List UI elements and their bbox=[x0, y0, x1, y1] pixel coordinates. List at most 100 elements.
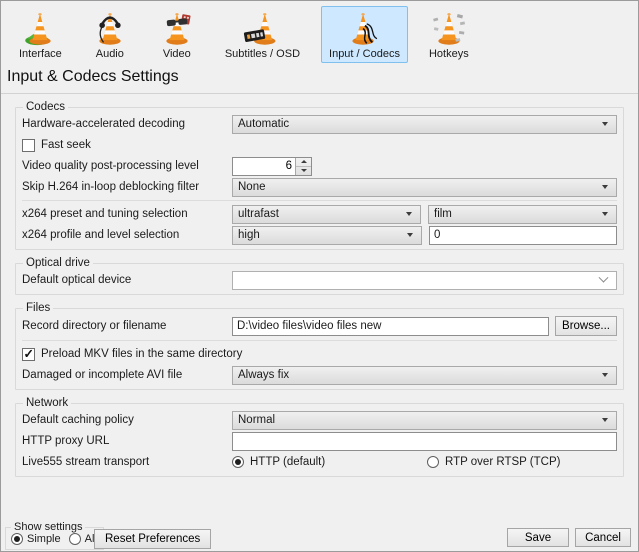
tab-hotkeys[interactable]: Hotkeys bbox=[421, 6, 477, 63]
codecs-group-title: Codecs bbox=[23, 101, 68, 113]
avi-repair-select[interactable]: Always fix bbox=[232, 366, 617, 385]
arrow-up-icon bbox=[301, 160, 307, 163]
live555-rtp-option[interactable]: RTP over RTSP (TCP) bbox=[427, 456, 560, 468]
hardware-decoding-label: Hardware-accelerated decoding bbox=[22, 118, 232, 130]
reset-preferences-button[interactable]: Reset Preferences bbox=[94, 529, 211, 549]
files-group: Files Record directory or filename Brows… bbox=[15, 302, 624, 390]
show-settings-group: Show settings Simple All bbox=[5, 521, 104, 550]
preload-mkv-label: Preload MKV files in the same directory bbox=[41, 348, 242, 360]
tab-label: Hotkeys bbox=[429, 48, 469, 60]
x264-preset-label: x264 preset and tuning selection bbox=[22, 208, 232, 220]
vlc-cone-video-icon bbox=[158, 10, 196, 47]
dropdown-arrow-icon bbox=[602, 122, 608, 126]
browse-button[interactable]: Browse... bbox=[555, 316, 617, 336]
tab-interface[interactable]: Interface bbox=[11, 6, 70, 63]
hardware-decoding-row: Hardware-accelerated decoding Automatic bbox=[22, 114, 617, 134]
cancel-button[interactable]: Cancel bbox=[575, 528, 631, 547]
postprocessing-label: Video quality post-processing level bbox=[22, 160, 232, 172]
show-settings-simple-option[interactable]: Simple bbox=[11, 533, 61, 545]
dropdown-arrow-icon bbox=[602, 185, 608, 189]
x264-level-input[interactable] bbox=[429, 226, 617, 245]
vlc-cone-input-codecs-icon bbox=[345, 10, 383, 47]
record-directory-input[interactable] bbox=[232, 317, 549, 336]
fast-seek-checkbox[interactable] bbox=[22, 139, 35, 152]
fast-seek-row: Fast seek bbox=[22, 135, 617, 155]
vlc-cone-subtitles-icon bbox=[243, 10, 281, 47]
live555-rtp-label: RTP over RTSP (TCP) bbox=[445, 456, 560, 468]
skip-deblocking-row: Skip H.264 in-loop deblocking filter Non… bbox=[22, 177, 617, 197]
title-separator bbox=[1, 93, 638, 94]
skip-deblocking-label: Skip H.264 in-loop deblocking filter bbox=[22, 181, 232, 193]
vlc-simple-preferences-window: Interface Audio bbox=[0, 0, 639, 552]
dropdown-arrow-icon bbox=[602, 212, 608, 216]
network-group: Network Default caching policy Normal HT… bbox=[15, 397, 624, 477]
postprocessing-row: Video quality post-processing level bbox=[22, 156, 617, 176]
files-separator bbox=[22, 340, 617, 341]
tab-label: Video bbox=[163, 48, 191, 60]
x264-preset-select[interactable]: ultrafast bbox=[232, 205, 421, 224]
vlc-cone-audio-icon bbox=[91, 10, 129, 47]
http-proxy-input[interactable] bbox=[232, 432, 617, 451]
live555-transport-row: Live555 stream transport HTTP (default) … bbox=[22, 452, 617, 472]
spin-up-button[interactable] bbox=[296, 158, 311, 167]
tab-video[interactable]: Video bbox=[150, 6, 204, 63]
avi-repair-label: Damaged or incomplete AVI file bbox=[22, 369, 232, 381]
live555-rtp-radio[interactable] bbox=[427, 456, 439, 468]
postprocessing-spinner[interactable] bbox=[232, 157, 312, 176]
live555-http-radio[interactable] bbox=[232, 456, 244, 468]
live555-http-option[interactable]: HTTP (default) bbox=[232, 456, 427, 468]
optical-device-combobox[interactable] bbox=[232, 271, 617, 290]
preload-mkv-row: Preload MKV files in the same directory bbox=[22, 344, 617, 364]
spin-down-button[interactable] bbox=[296, 167, 311, 175]
category-toolbar: Interface Audio bbox=[1, 1, 638, 61]
live555-transport-label: Live555 stream transport bbox=[22, 456, 232, 468]
hardware-decoding-select[interactable]: Automatic bbox=[232, 115, 617, 134]
live555-http-label: HTTP (default) bbox=[250, 456, 325, 468]
simple-label: Simple bbox=[27, 533, 61, 545]
vlc-cone-interface-icon bbox=[21, 10, 59, 47]
tab-audio[interactable]: Audio bbox=[83, 6, 137, 63]
x264-tune-select[interactable]: film bbox=[428, 205, 617, 224]
optical-drive-group: Optical drive Default optical device bbox=[15, 257, 624, 295]
tab-label: Subtitles / OSD bbox=[225, 48, 300, 60]
simple-radio[interactable] bbox=[11, 533, 23, 545]
x264-preset-row: x264 preset and tuning selection ultrafa… bbox=[22, 204, 617, 224]
optical-device-row: Default optical device bbox=[22, 270, 617, 290]
codecs-separator bbox=[22, 200, 617, 201]
x264-profile-select[interactable]: high bbox=[232, 226, 422, 245]
x264-profile-label: x264 profile and level selection bbox=[22, 229, 232, 241]
record-directory-row: Record directory or filename Browse... bbox=[22, 315, 617, 337]
skip-deblocking-select[interactable]: None bbox=[232, 178, 617, 197]
dropdown-arrow-icon bbox=[602, 373, 608, 377]
dropdown-arrow-icon bbox=[602, 418, 608, 422]
tab-label: Interface bbox=[19, 48, 62, 60]
codecs-group: Codecs Hardware-accelerated decoding Aut… bbox=[15, 101, 624, 250]
tab-label: Audio bbox=[96, 48, 124, 60]
show-settings-title: Show settings bbox=[11, 521, 85, 533]
x264-profile-row: x264 profile and level selection high bbox=[22, 225, 617, 245]
vlc-cone-hotkeys-icon bbox=[430, 10, 468, 47]
save-button[interactable]: Save bbox=[507, 528, 569, 547]
arrow-down-icon bbox=[301, 169, 307, 172]
caching-policy-label: Default caching policy bbox=[22, 414, 232, 426]
preload-mkv-checkbox[interactable] bbox=[22, 348, 35, 361]
dropdown-arrow-icon bbox=[406, 212, 412, 216]
tab-label: Input / Codecs bbox=[329, 48, 400, 60]
dropdown-arrow-icon bbox=[407, 233, 413, 237]
tab-subtitles-osd[interactable]: Subtitles / OSD bbox=[217, 6, 308, 63]
network-group-title: Network bbox=[23, 397, 71, 409]
tab-input-codecs[interactable]: Input / Codecs bbox=[321, 6, 408, 63]
spinner-buttons bbox=[295, 158, 311, 175]
caching-policy-select[interactable]: Normal bbox=[232, 411, 617, 430]
avi-repair-row: Damaged or incomplete AVI file Always fi… bbox=[22, 365, 617, 385]
caching-policy-row: Default caching policy Normal bbox=[22, 410, 617, 430]
optical-drive-group-title: Optical drive bbox=[23, 257, 93, 269]
all-radio[interactable] bbox=[69, 533, 81, 545]
record-directory-label: Record directory or filename bbox=[22, 320, 232, 332]
postprocessing-value[interactable] bbox=[233, 158, 295, 175]
files-group-title: Files bbox=[23, 302, 53, 314]
http-proxy-row: HTTP proxy URL bbox=[22, 431, 617, 451]
page-title: Input & Codecs Settings bbox=[1, 61, 638, 93]
show-settings-all-option[interactable]: All bbox=[69, 533, 97, 545]
fast-seek-label: Fast seek bbox=[41, 139, 91, 151]
